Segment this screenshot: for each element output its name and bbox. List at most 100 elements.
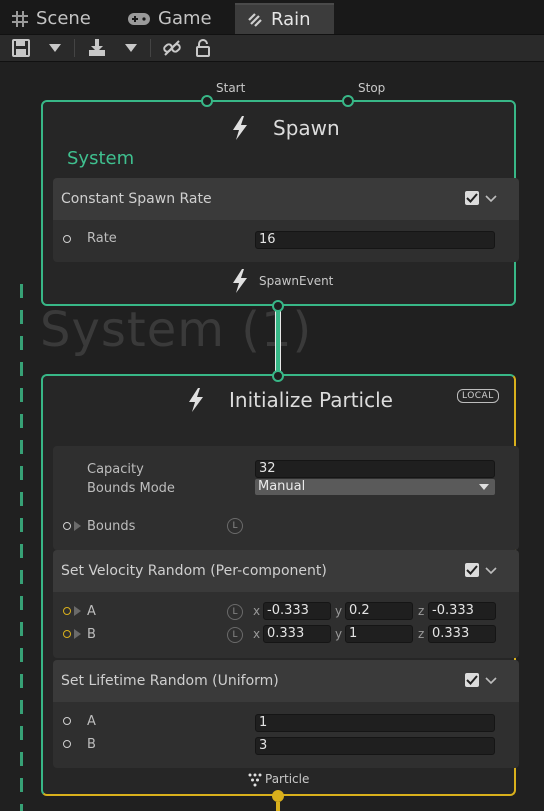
- vfx-graph-icon: [245, 10, 265, 30]
- stop-port-label: Stop: [358, 81, 386, 95]
- chevron-down-icon: [125, 44, 137, 52]
- velocity-b-label: B: [87, 627, 96, 642]
- block-title: Constant Spawn Rate: [61, 191, 212, 207]
- link-icon: [163, 40, 181, 56]
- tab-label: Scene: [36, 8, 91, 29]
- velocity-b-z-field[interactable]: 0.333: [428, 625, 496, 643]
- chevron-down-icon[interactable]: [485, 676, 497, 686]
- initialize-particle-node[interactable]: Initialize Particle LOCAL Capacity 32 Bo…: [41, 374, 519, 796]
- tab-game[interactable]: Game: [126, 3, 226, 34]
- import-button[interactable]: [84, 37, 110, 59]
- save-dropdown-button[interactable]: [44, 37, 66, 59]
- local-space-badge[interactable]: L: [227, 518, 243, 534]
- chevron-down-icon[interactable]: [485, 194, 497, 204]
- capacity-field[interactable]: 32: [255, 460, 495, 478]
- axis-label: y: [335, 627, 343, 641]
- start-input-port[interactable]: [201, 95, 213, 107]
- block-title: Set Velocity Random (Per-component): [61, 563, 327, 579]
- link-toggle-button[interactable]: [160, 37, 184, 59]
- velocity-a-x-field[interactable]: -0.333: [263, 602, 331, 620]
- block-enabled-checkbox[interactable]: [465, 673, 479, 687]
- node-title: Initialize Particle: [185, 386, 393, 414]
- initialize-input-port[interactable]: [272, 370, 284, 382]
- block-enabled-checkbox[interactable]: [465, 191, 479, 205]
- lifetime-a-label: A: [87, 714, 96, 729]
- particle-output-label: Particle: [265, 772, 310, 786]
- local-space-badge[interactable]: L: [227, 604, 243, 620]
- input-port[interactable]: [63, 717, 71, 725]
- stop-input-port[interactable]: [342, 95, 354, 107]
- grid-icon: [10, 9, 30, 29]
- velocity-b-x-field[interactable]: 0.333: [263, 625, 331, 643]
- input-port[interactable]: [63, 607, 71, 615]
- velocity-a-y-field[interactable]: 0.2: [345, 602, 413, 620]
- toolbar-divider: [150, 39, 151, 57]
- capacity-label: Capacity: [87, 462, 144, 477]
- expand-arrow-icon[interactable]: [74, 521, 81, 531]
- tab-rain[interactable]: Rain: [235, 3, 334, 34]
- system-name-watermark: System (1): [40, 302, 313, 358]
- save-icon: [12, 39, 30, 57]
- import-dropdown-button[interactable]: [120, 37, 142, 59]
- rate-field[interactable]: 16: [255, 231, 495, 249]
- save-button[interactable]: [8, 37, 34, 59]
- axis-label: z: [418, 627, 425, 641]
- node-title: Spawn: [229, 114, 340, 142]
- spawn-event-output-label: SpawnEvent: [259, 274, 334, 288]
- input-port[interactable]: [63, 630, 71, 638]
- chevron-down-icon[interactable]: [485, 566, 497, 576]
- chevron-down-icon: [479, 484, 489, 490]
- input-port[interactable]: [63, 235, 71, 243]
- constant-spawn-rate-block[interactable]: Constant Spawn Rate Rate 16: [53, 178, 519, 262]
- lock-icon: [196, 39, 210, 57]
- space-badge[interactable]: LOCAL: [457, 389, 499, 403]
- particle-output-port[interactable]: [272, 790, 284, 802]
- velocity-b-y-field[interactable]: 1: [345, 625, 413, 643]
- import-icon: [89, 39, 105, 56]
- lifetime-a-field[interactable]: 1: [255, 714, 495, 732]
- rate-label: Rate: [87, 231, 117, 246]
- local-space-badge[interactable]: L: [227, 627, 243, 643]
- expand-arrow-icon[interactable]: [74, 629, 81, 639]
- velocity-a-z-field[interactable]: -0.333: [428, 602, 496, 620]
- chevron-down-icon: [49, 44, 61, 52]
- axis-label: x: [253, 627, 261, 641]
- set-lifetime-random-block[interactable]: Set Lifetime Random (Uniform) A 1 B 3: [53, 660, 519, 768]
- system-label[interactable]: System: [67, 148, 134, 169]
- lifetime-b-field[interactable]: 3: [255, 737, 495, 755]
- system-border-dashes: [20, 284, 23, 811]
- spawn-context-node[interactable]: Spawn System Constant Spawn Rate Rate 16…: [41, 100, 519, 306]
- axis-label: y: [335, 604, 343, 618]
- input-port[interactable]: [63, 522, 71, 530]
- axis-label: z: [418, 604, 425, 618]
- lock-button[interactable]: [192, 37, 214, 59]
- vfx-graph-canvas[interactable]: System (1) Spawn System Constant Spawn R…: [0, 62, 544, 811]
- graph-toolbar: [0, 35, 544, 62]
- input-port[interactable]: [63, 740, 71, 748]
- tab-label: Rain: [271, 9, 311, 30]
- tab-label: Game: [158, 8, 212, 29]
- spawn-output-port[interactable]: [272, 300, 284, 312]
- lightning-icon: [231, 268, 249, 298]
- editor-tab-bar: Scene Game Rain: [0, 0, 544, 35]
- axis-label: x: [253, 604, 261, 618]
- flow-connection-edge[interactable]: [275, 306, 281, 376]
- initialize-settings-block: Capacity 32 Bounds Mode Manual Bounds L: [53, 446, 519, 550]
- bounds-mode-dropdown[interactable]: Manual: [255, 479, 495, 495]
- particle-flow-edge[interactable]: [276, 802, 280, 811]
- lightning-icon: [229, 114, 251, 142]
- block-title: Set Lifetime Random (Uniform): [61, 673, 279, 689]
- tab-scene[interactable]: Scene: [10, 3, 110, 34]
- velocity-a-label: A: [87, 604, 96, 619]
- set-velocity-random-block[interactable]: Set Velocity Random (Per-component) A L …: [53, 550, 519, 658]
- block-enabled-checkbox[interactable]: [465, 563, 479, 577]
- toolbar-divider: [74, 39, 75, 57]
- bounds-label: Bounds: [87, 519, 136, 534]
- particle-icon: [248, 772, 262, 791]
- expand-arrow-icon[interactable]: [74, 606, 81, 616]
- bounds-mode-label: Bounds Mode: [87, 481, 175, 496]
- lifetime-b-label: B: [87, 737, 96, 752]
- lightning-icon: [185, 386, 207, 414]
- start-port-label: Start: [216, 81, 246, 95]
- gamepad-icon: [126, 9, 152, 29]
